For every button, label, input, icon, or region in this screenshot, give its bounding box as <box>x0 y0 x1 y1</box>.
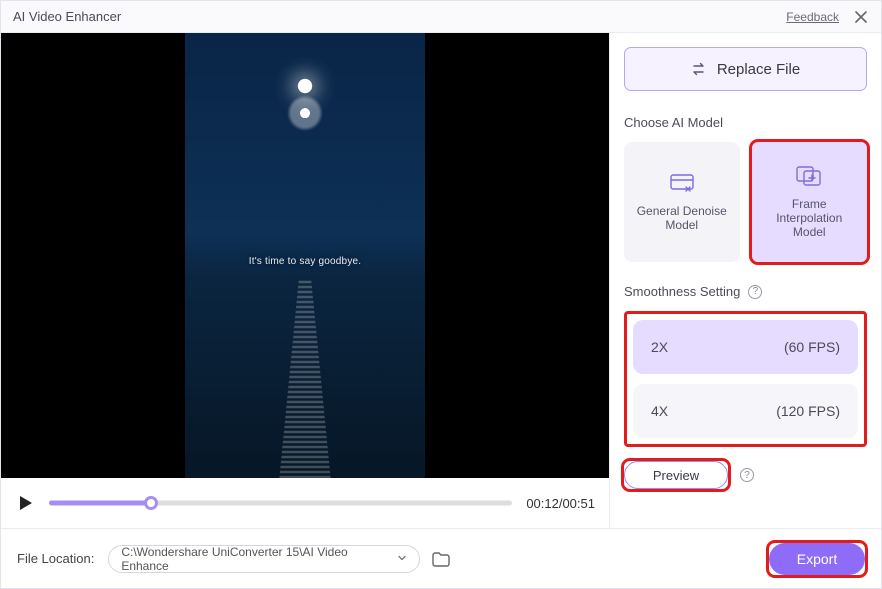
preview-highlight: Preview <box>624 461 728 489</box>
export-button[interactable]: Export <box>769 543 865 575</box>
video-panel: It's time to say goodbye. 00:12/00:51 <box>1 33 609 528</box>
smoothness-options: 2X (60 FPS) 4X (120 FPS) <box>624 311 867 447</box>
play-icon[interactable] <box>15 493 35 513</box>
transport-bar: 00:12/00:51 <box>1 478 609 528</box>
reflection-graphic <box>275 278 335 478</box>
export-highlight: Export <box>769 543 865 575</box>
settings-panel: Replace File Choose AI Model General Den… <box>609 33 881 528</box>
help-icon[interactable]: ? <box>748 285 762 299</box>
preview-label: Preview <box>653 468 699 483</box>
smoothness-4x-fps: (120 FPS) <box>776 403 840 419</box>
model-frame-interp[interactable]: Frame Interpolation Model <box>752 142 868 262</box>
smoothness-section-label: Smoothness Setting ? <box>624 284 867 299</box>
footer: File Location: C:\Wondershare UniConvert… <box>1 528 881 588</box>
video-preview[interactable]: It's time to say goodbye. <box>1 33 609 478</box>
smoothness-4x-mult: 4X <box>651 403 668 419</box>
window-title: AI Video Enhancer <box>13 9 121 24</box>
smoothness-2x-fps: (60 FPS) <box>784 339 840 355</box>
replace-file-label: Replace File <box>717 61 800 78</box>
seek-slider[interactable] <box>49 501 512 506</box>
timecode: 00:12/00:51 <box>526 496 595 511</box>
file-location-label: File Location: <box>17 551 94 566</box>
smoothness-4x[interactable]: 4X (120 FPS) <box>633 384 858 438</box>
swap-icon <box>691 61 707 77</box>
close-icon[interactable] <box>853 9 869 25</box>
video-caption: It's time to say goodbye. <box>185 256 425 267</box>
chevron-down-icon <box>397 552 407 566</box>
model-frame-interp-label: Frame Interpolation Model <box>760 197 860 239</box>
smoothness-2x[interactable]: 2X (60 FPS) <box>633 320 858 374</box>
smoothness-2x-mult: 2X <box>651 339 668 355</box>
file-location-select[interactable]: C:\Wondershare UniConverter 15\AI Video … <box>108 545 420 573</box>
folder-icon[interactable] <box>430 548 452 570</box>
replace-file-button[interactable]: Replace File <box>624 47 867 91</box>
app-window: AI Video Enhancer Feedback It's time to … <box>0 0 882 589</box>
model-denoise-label: General Denoise Model <box>632 204 732 232</box>
model-denoise[interactable]: General Denoise Model <box>624 142 740 262</box>
preview-button[interactable]: Preview <box>624 461 728 489</box>
moon-graphic <box>297 78 313 94</box>
model-section-label: Choose AI Model <box>624 115 867 130</box>
denoise-icon <box>668 172 696 194</box>
file-location-path: C:\Wondershare UniConverter 15\AI Video … <box>121 545 397 573</box>
feedback-link[interactable]: Feedback <box>786 10 839 24</box>
frame-interp-icon <box>795 165 823 187</box>
titlebar: AI Video Enhancer Feedback <box>1 1 881 33</box>
preview-help-icon[interactable]: ? <box>740 468 754 482</box>
export-label: Export <box>797 551 837 567</box>
